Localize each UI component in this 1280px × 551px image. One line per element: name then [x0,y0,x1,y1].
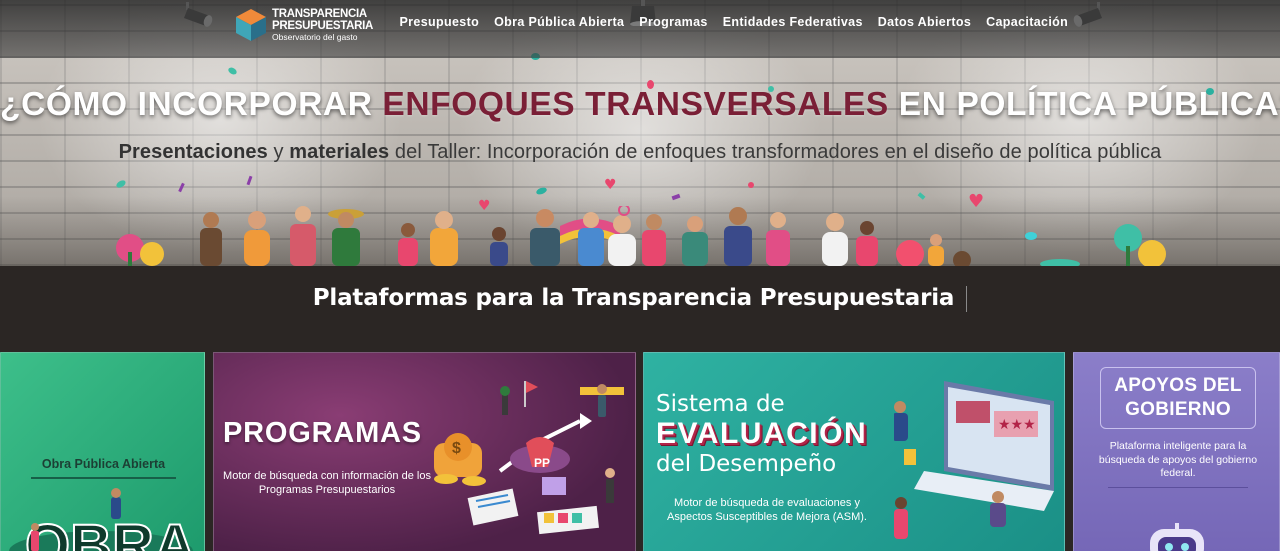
card-description: Plataforma inteligente para la búsqueda … [1098,440,1258,480]
svg-text:★★★: ★★★ [998,417,1036,433]
top-navbar: TRANSPARENCIA PRESUPUESTARIA Observatori… [0,0,1280,58]
subhead-part: del Taller: Incorporación de enfoques tr… [389,141,1162,163]
laptop-illustration: ★★★ [894,381,1054,539]
nav-item-datos-abiertos[interactable]: Datos Abiertos [870,15,978,29]
headline-accent: ENFOQUES TRANSVERSALES [382,86,889,123]
nav-item-capacitacion[interactable]: Capacitación [979,15,1076,29]
confetti-piece [115,178,127,190]
card-sistema-evaluacion-desempeno[interactable]: Sistema de EVALUACIÓN del Desempeño Moto… [643,352,1065,551]
confetti-piece [246,175,253,186]
card-divider [1108,487,1248,488]
robot-icon [1150,523,1204,551]
confetti-piece [535,186,548,196]
section-title: Plataformas para la Transparencia Presup… [0,285,1280,312]
subhead-part: y [267,141,290,163]
card-title-line: APOYOS DEL [1114,375,1242,396]
confetti-piece [178,182,185,193]
logo-text: TRANSPARENCIA PRESUPUESTARIA Observatori… [272,8,374,42]
card-title: PROGRAMAS [223,417,422,449]
svg-text:$: $ [452,440,461,457]
card-title-line: Sistema de [656,391,785,417]
card-title: APOYOS DEL GOBIERNO [1100,374,1256,422]
heart-icon: ♥ [604,177,617,193]
logo-line: TRANSPARENCIA [272,8,367,20]
nav-item-programas[interactable]: Programas [632,15,715,29]
confetti-piece [748,182,754,188]
title-divider [966,285,968,312]
hero-subheadline: Presentaciones y materiales del Taller: … [0,141,1280,164]
card-obra-publica-abierta[interactable]: Obra Pública Abierta OBRA [0,352,205,551]
logo-tagline: Observatorio del gasto [272,32,358,42]
hero-headline: ¿CÓMO INCORPORAR ENFOQUES TRANSVERSALES … [0,86,1280,124]
nav-item-presupuesto[interactable]: Presupuesto [392,15,487,29]
card-divider [31,477,176,479]
programas-illustration: $ PP [434,381,624,535]
spotlight-icon [182,2,216,28]
site-logo[interactable]: TRANSPARENCIA PRESUPUESTARIA Observatori… [234,6,373,44]
obra-art-text: OBRA [25,513,196,551]
logo-cube-icon [236,9,266,41]
section-title-text: Plataformas para la Transparencia Presup… [312,285,955,311]
crowd-illustration [116,206,1166,266]
nav-item-entidades-federativas[interactable]: Entidades Federativas [715,15,870,29]
headline-part: EN POLÍTICA PÚBLICA? [888,86,1280,123]
card-title-line: GOBIERNO [1125,398,1231,420]
card-apoyos-del-gobierno[interactable]: APOYOS DEL GOBIERNO Plataforma inteligen… [1073,352,1280,551]
subhead-bold: Presentaciones [118,141,268,163]
card-title: Obra Pública Abierta [41,457,166,471]
card-programas[interactable]: PROGRAMAS Motor de búsqueda con informac… [213,352,636,551]
confetti-piece [227,66,238,76]
card-title-line: del Desempeño [656,451,837,477]
pp-badge: PP [534,456,550,470]
hero-banner[interactable]: ♥ ♥ ♥ ¿CÓMO INCORPORAR ENFOQUES TRANSVER… [0,0,1280,266]
obra-illustration: OBRA [9,488,197,551]
headline-part: ¿CÓMO INCORPORAR [0,86,383,123]
nav-menu: Presupuesto Obra Pública Abierta Program… [392,15,1076,29]
subhead-bold: materiales [289,141,390,163]
logo-line: PRESUPUESTARIA [272,19,374,32]
nav-item-obra-publica-abierta[interactable]: Obra Pública Abierta [487,15,632,29]
card-description: Motor de búsqueda con información de los… [223,470,431,497]
card-description: Motor de búsqueda de evaluaciones y Aspe… [667,497,867,524]
card-title-emphasis: EVALUACIÓN [656,417,868,450]
